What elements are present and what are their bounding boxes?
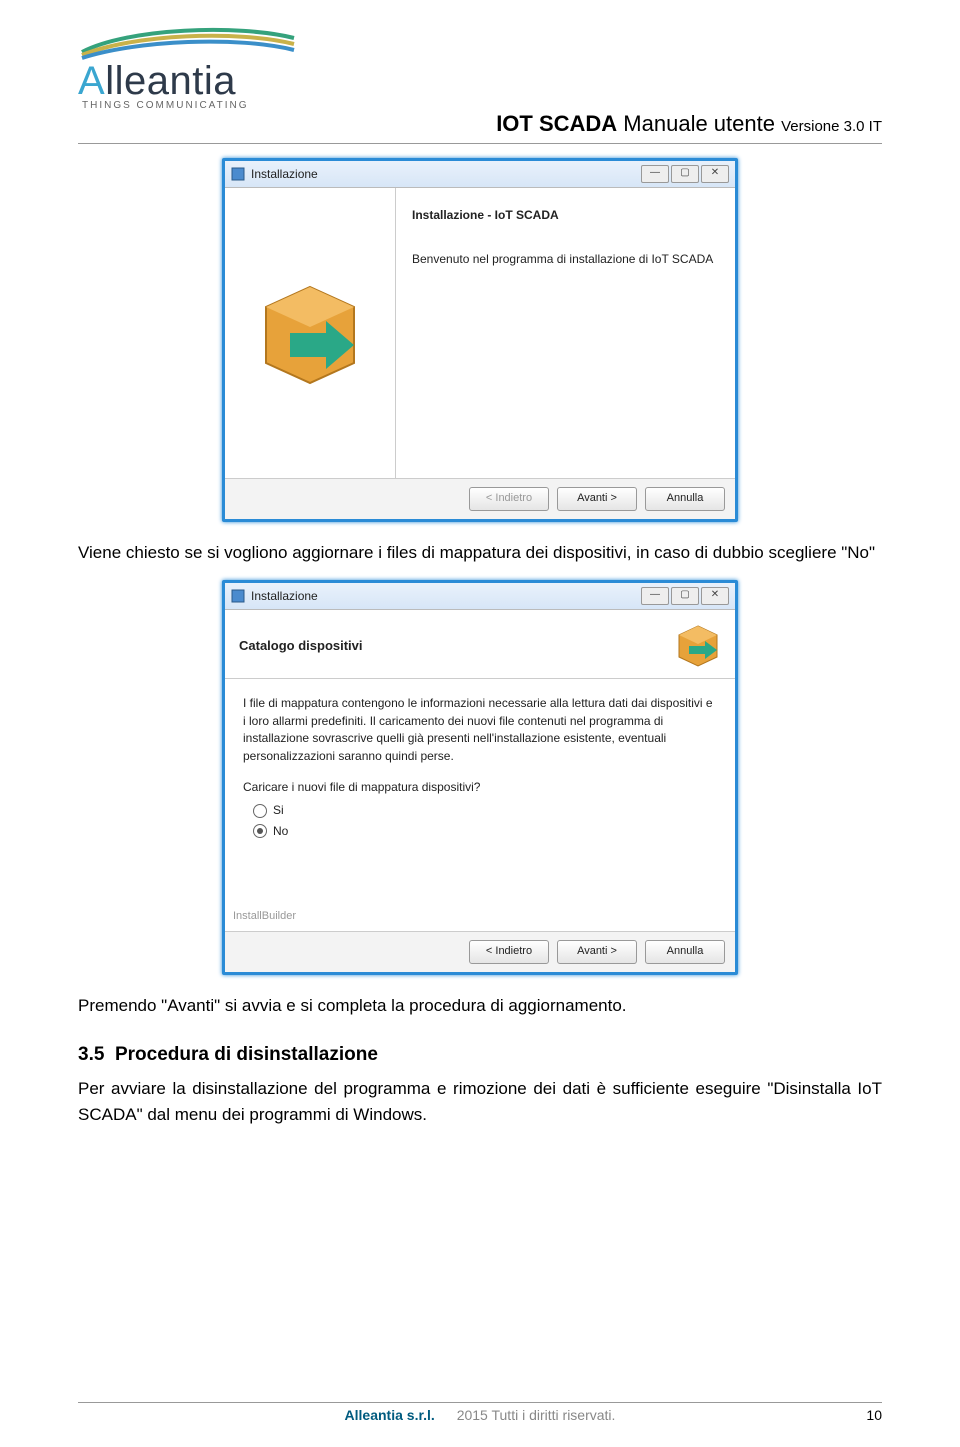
section-title-text: Procedura di disinstallazione — [115, 1044, 378, 1065]
installer2-body: I file di mappatura contengono le inform… — [243, 695, 717, 765]
installer2-subtitle: Catalogo dispositivi — [239, 638, 363, 653]
installbuilder-label: InstallBuilder — [233, 909, 296, 925]
radio-yes-label: Si — [273, 802, 284, 819]
installer2-question: Caricare i nuovi file di mappatura dispo… — [243, 779, 717, 796]
titlebar-2[interactable]: Installazione — ▢ ✕ — [225, 583, 735, 610]
radio-icon — [253, 804, 267, 818]
radio-icon — [253, 824, 267, 838]
maximize-button[interactable]: ▢ — [671, 587, 699, 605]
titlebar-1[interactable]: Installazione — ▢ ✕ — [225, 161, 735, 188]
cancel-button-1[interactable]: Annulla — [645, 487, 725, 511]
header-version: Versione 3.0 IT — [781, 118, 882, 135]
app-icon — [231, 167, 245, 181]
back-button-2[interactable]: < Indietro — [469, 940, 549, 964]
section-num: 3.5 — [78, 1044, 104, 1065]
window-title-2: Installazione — [251, 589, 641, 603]
maximize-button[interactable]: ▢ — [671, 165, 699, 183]
window-title-1: Installazione — [251, 167, 641, 181]
logo-name: Alleantia — [78, 59, 236, 104]
section-heading: 3.5 Procedura di disinstallazione — [78, 1044, 882, 1066]
installer-window-1: Installazione — ▢ ✕ Installazione - IoT … — [222, 158, 738, 522]
page-footer: Alleantia s.r.l. 2015 Tutti i diritti ri… — [78, 1402, 882, 1423]
close-button[interactable]: ✕ — [701, 587, 729, 605]
minimize-button[interactable]: — — [641, 587, 669, 605]
next-button-1[interactable]: Avanti > — [557, 487, 637, 511]
paragraph-1: Viene chiesto se si vogliono aggiornare … — [78, 540, 882, 566]
logo-tagline: THINGS COMMUNICATING — [82, 100, 882, 111]
paragraph-2: Premendo "Avanti" si avvia e si completa… — [78, 993, 882, 1019]
logo-swirl-icon — [78, 22, 298, 64]
footer-company: Alleantia s.r.l. — [345, 1407, 435, 1423]
package-arrow-icon — [250, 273, 370, 393]
next-button-2[interactable]: Avanti > — [557, 940, 637, 964]
installer1-heading: Installazione - IoT SCADA — [412, 208, 719, 222]
close-button[interactable]: ✕ — [701, 165, 729, 183]
package-arrow-icon — [675, 622, 721, 668]
installer1-welcome: Benvenuto nel programma di installazione… — [412, 252, 719, 266]
radio-option-no[interactable]: No — [253, 823, 717, 840]
minimize-button[interactable]: — — [641, 165, 669, 183]
footer-rights: 2015 Tutti i diritti riservati. — [457, 1407, 616, 1423]
cancel-button-2[interactable]: Annulla — [645, 940, 725, 964]
app-icon — [231, 589, 245, 603]
installer-window-2: Installazione — ▢ ✕ Catalogo dispositivi… — [222, 580, 738, 975]
radio-option-yes[interactable]: Si — [253, 802, 717, 819]
radio-no-label: No — [273, 823, 288, 840]
logo-block: Alleantia THINGS COMMUNICATING — [78, 22, 882, 117]
header-divider — [78, 143, 882, 144]
back-button-1[interactable]: < Indietro — [469, 487, 549, 511]
paragraph-3: Per avviare la disinstallazione del prog… — [78, 1076, 882, 1129]
